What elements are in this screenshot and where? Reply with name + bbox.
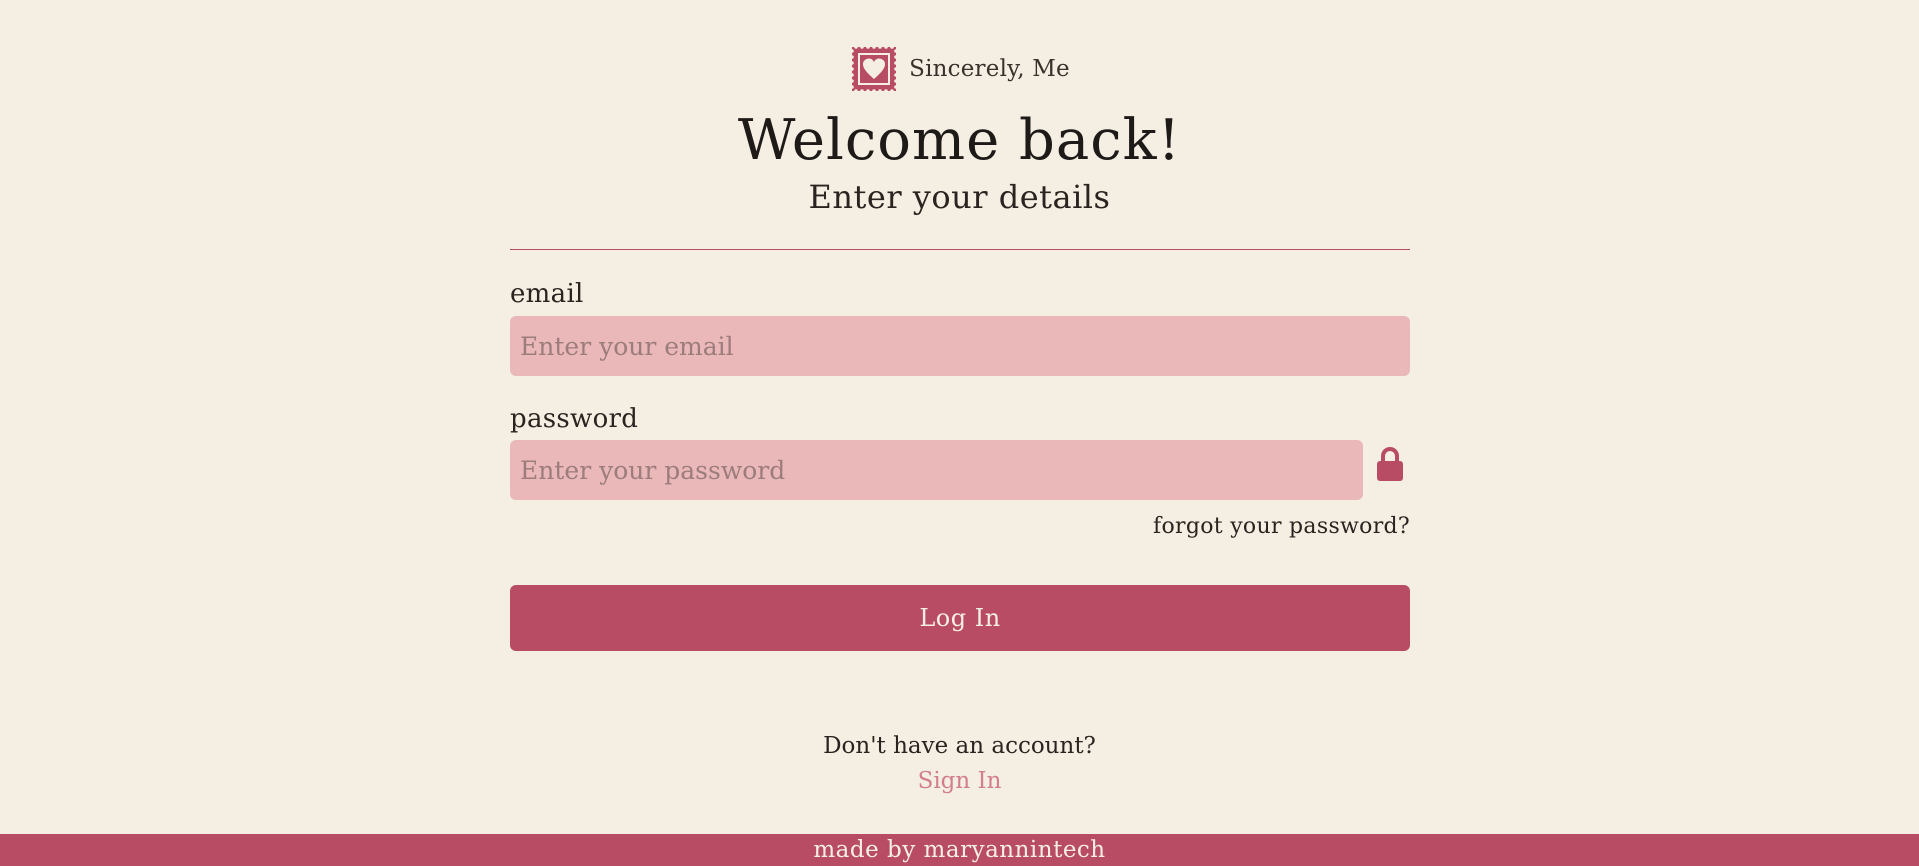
brand-name: Sincerely, Me	[909, 56, 1070, 82]
footer: made by maryannintech	[0, 834, 1919, 866]
heart-stamp-icon	[850, 45, 898, 93]
password-label: password	[510, 404, 639, 434]
brand: Sincerely, Me	[0, 44, 1919, 94]
forgot-password-link[interactable]: forgot your password?	[1153, 514, 1410, 539]
page-subtitle: Enter your details	[808, 178, 1111, 216]
signin-link[interactable]: Sign In	[918, 768, 1002, 794]
email-label: email	[510, 279, 584, 309]
login-button[interactable]: Log In	[510, 585, 1410, 651]
no-account-text: Don't have an account?	[823, 733, 1096, 759]
page-title: Welcome back!	[737, 108, 1182, 173]
divider	[510, 249, 1410, 250]
password-field[interactable]	[510, 440, 1363, 500]
signin-link-container: Sign In	[0, 768, 1919, 794]
email-field[interactable]	[510, 316, 1410, 376]
lock-icon[interactable]	[1375, 446, 1405, 482]
